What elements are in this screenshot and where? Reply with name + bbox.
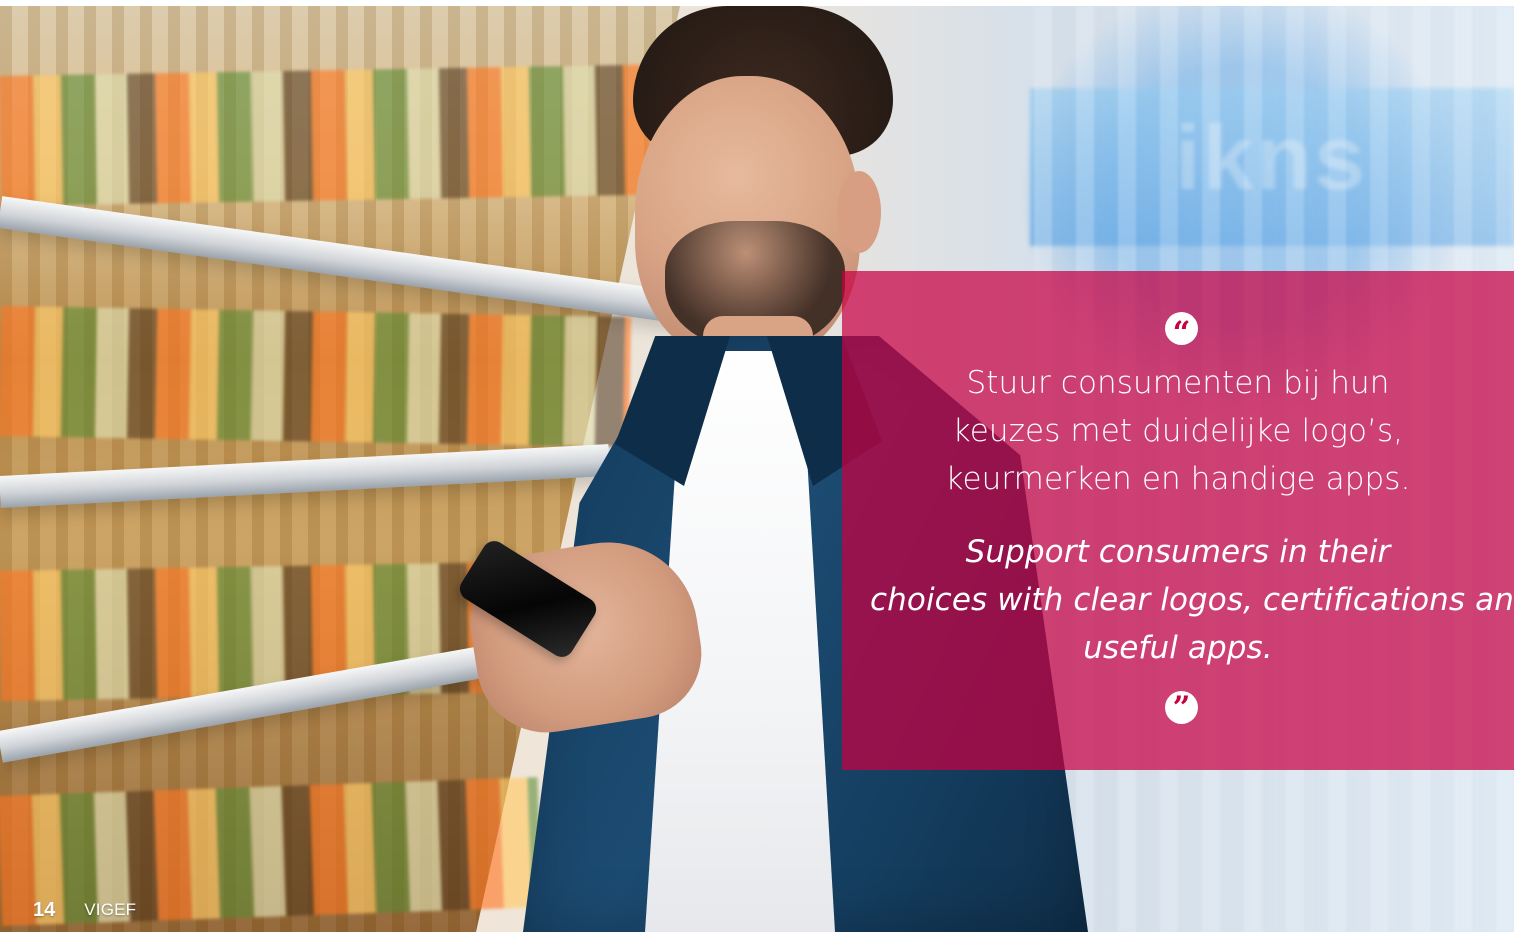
dutch-quote: Stuur consumenten bij hun keuzes met dui… (902, 359, 1454, 503)
dutch-quote-line: keuzes met duidelijke logo’s, (952, 413, 1404, 449)
english-quote-line: Support consumers in their (965, 534, 1391, 570)
english-quote-line: useful apps. (1083, 630, 1273, 666)
page-footer: 14 VIGEF (33, 897, 136, 923)
brand-name: VIGEF (84, 900, 137, 919)
dutch-quote-line: Stuur consumenten bij hun (966, 365, 1390, 401)
quote-panel: “ Stuur consumenten bij hun keuzes met d… (842, 271, 1514, 770)
english-quote-line: choices with clear logos, certifications… (870, 582, 1514, 618)
opening-quote-icon: “ (1165, 312, 1198, 351)
document-page: ikns “ Stuur consumenten bij hun keuzes … (0, 0, 1514, 932)
page-number: 14 (33, 898, 56, 921)
ear (837, 171, 881, 253)
english-quote: Support consumers in their choices with … (870, 528, 1514, 672)
dutch-quote-line: keurmerken en handige apps. (945, 461, 1411, 497)
closing-quote-icon: ” (1165, 691, 1198, 725)
